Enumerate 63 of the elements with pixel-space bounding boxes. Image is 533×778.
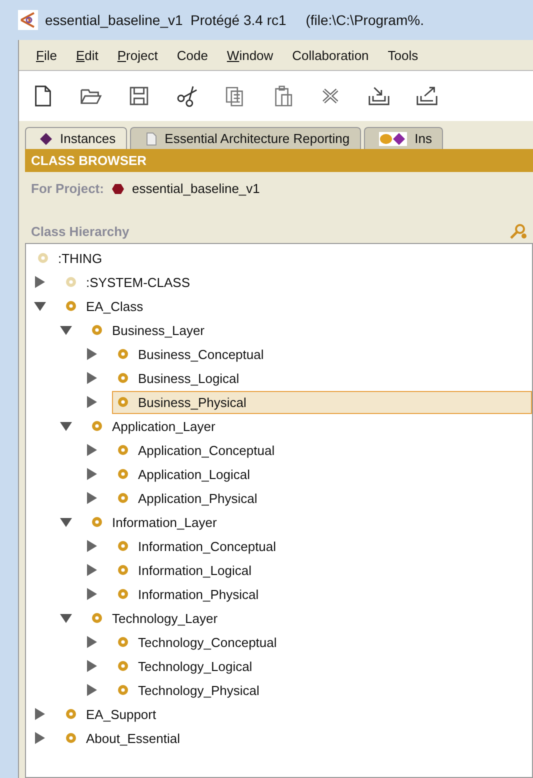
project-name: essential_baseline_v1 bbox=[132, 181, 260, 196]
tree-item[interactable]: Application_Layer bbox=[86, 414, 220, 438]
tree-item[interactable]: EA_Support bbox=[60, 702, 162, 726]
import-icon[interactable] bbox=[367, 84, 391, 108]
tree-item[interactable]: Business_Layer bbox=[86, 318, 210, 342]
collapsed-arrow-icon[interactable] bbox=[86, 468, 98, 480]
tab[interactable]: Instances bbox=[25, 127, 127, 149]
tree-item[interactable]: Application_Conceptual bbox=[112, 438, 280, 462]
collapsed-arrow-icon[interactable] bbox=[86, 348, 98, 360]
expanded-arrow-icon[interactable] bbox=[60, 420, 72, 432]
tree-item[interactable]: Application_Logical bbox=[112, 462, 256, 486]
menu-item[interactable]: File bbox=[29, 46, 64, 64]
tree-item[interactable]: :THING bbox=[32, 246, 108, 270]
hexagon-icon bbox=[112, 182, 124, 194]
expanded-arrow-icon[interactable] bbox=[34, 300, 46, 312]
tree-item[interactable]: Information_Layer bbox=[86, 510, 222, 534]
app-logo-icon bbox=[18, 10, 38, 30]
menu-item[interactable]: Code bbox=[170, 46, 215, 64]
scissors-icon[interactable] bbox=[175, 84, 199, 108]
menu-item[interactable]: Window bbox=[220, 46, 280, 64]
tree-item[interactable]: Technology_Physical bbox=[112, 678, 264, 702]
collapsed-arrow-icon[interactable] bbox=[86, 396, 98, 408]
tab[interactable]: Essential Architecture Reporting bbox=[130, 127, 361, 149]
collapsed-arrow-icon[interactable] bbox=[86, 492, 98, 504]
tree-item[interactable]: EA_Class bbox=[60, 294, 148, 318]
expanded-arrow-icon[interactable] bbox=[60, 324, 72, 336]
tree-item[interactable]: Business_Logical bbox=[112, 366, 244, 390]
tree-item[interactable]: Technology_Logical bbox=[112, 654, 258, 678]
tree-item[interactable]: :SYSTEM-CLASS bbox=[60, 270, 196, 294]
collapsed-arrow-icon[interactable] bbox=[86, 588, 98, 600]
collapsed-arrow-icon[interactable] bbox=[34, 708, 46, 720]
tab[interactable]: Ins bbox=[364, 127, 443, 149]
collapsed-arrow-icon[interactable] bbox=[86, 564, 98, 576]
collapsed-arrow-icon[interactable] bbox=[86, 684, 98, 696]
collapsed-arrow-icon[interactable] bbox=[86, 444, 98, 456]
collapsed-arrow-icon[interactable] bbox=[86, 372, 98, 384]
project-label: For Project: bbox=[31, 181, 104, 196]
class-hierarchy-label: Class Hierarchy bbox=[31, 224, 130, 238]
export-icon[interactable] bbox=[415, 84, 439, 108]
tree-item[interactable]: Business_Physical bbox=[112, 390, 532, 414]
tree-item[interactable]: Technology_Conceptual bbox=[112, 630, 282, 654]
tree-item[interactable]: Application_Physical bbox=[112, 486, 262, 510]
menu-item[interactable]: Project bbox=[110, 46, 165, 64]
collapsed-arrow-icon[interactable] bbox=[86, 636, 98, 648]
page-icon bbox=[144, 132, 157, 146]
menu-item[interactable]: Edit bbox=[68, 46, 106, 64]
diamond-icon bbox=[40, 132, 52, 144]
tree-item[interactable]: Business_Conceptual bbox=[112, 342, 269, 366]
collapsed-arrow-icon[interactable] bbox=[86, 660, 98, 672]
class-browser-header: CLASS BROWSER bbox=[25, 149, 533, 172]
expanded-arrow-icon[interactable] bbox=[60, 612, 72, 624]
collapsed-arrow-icon[interactable] bbox=[34, 276, 46, 288]
tree-item[interactable]: Information_Physical bbox=[112, 582, 264, 606]
window-title: essential_baseline_v1 Protégé 3.4 rc1 (file:\C:\Program%. bbox=[45, 12, 424, 28]
expanded-arrow-icon[interactable] bbox=[60, 516, 72, 528]
tree-item[interactable]: Information_Conceptual bbox=[112, 534, 282, 558]
menu-item[interactable]: Collaboration bbox=[285, 46, 376, 64]
tree-item[interactable]: About_Essential bbox=[60, 726, 185, 750]
menu-item[interactable]: Tools bbox=[380, 46, 426, 64]
collapsed-arrow-icon[interactable] bbox=[86, 540, 98, 552]
tree-item[interactable]: Technology_Layer bbox=[86, 606, 223, 630]
collapsed-arrow-icon[interactable] bbox=[34, 732, 46, 744]
tree-item[interactable]: Information_Logical bbox=[112, 558, 256, 582]
